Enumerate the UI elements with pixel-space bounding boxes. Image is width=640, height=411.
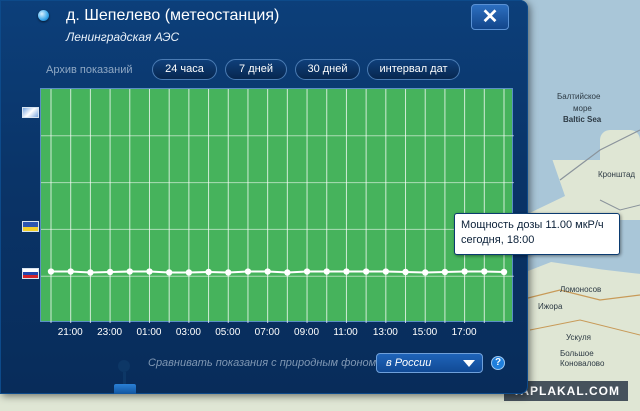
dose-data-point[interactable]	[205, 268, 212, 276]
tooltip-dose: Мощность дозы 11.00 мкР/ч	[461, 219, 604, 231]
dose-data-point[interactable]	[244, 268, 252, 275]
dose-data-point[interactable]	[481, 268, 488, 275]
map-label: море	[573, 104, 592, 113]
x-tick-label: 09:00	[294, 327, 320, 338]
dose-data-point[interactable]	[402, 268, 409, 276]
dose-data-point[interactable]	[461, 268, 468, 275]
map-label: Большое	[560, 349, 594, 358]
archive-label: Архив показаний	[46, 64, 133, 76]
map-label: Кронштад	[598, 170, 636, 179]
dose-data-point[interactable]	[106, 268, 114, 276]
close-button[interactable]: ✕	[471, 4, 509, 30]
dose-series-line	[51, 270, 505, 274]
range-interval-button[interactable]: интервал дат	[367, 59, 460, 80]
tooltip-time: сегодня, 18:00	[461, 234, 535, 246]
x-tick-label: 01:00	[136, 327, 162, 338]
x-tick-label: 11:00	[333, 327, 358, 338]
x-tick-label: 03:00	[175, 327, 201, 338]
x-tick-label: 13:00	[372, 327, 398, 338]
map-label: Ижора	[538, 302, 563, 311]
chevron-down-icon	[463, 360, 475, 367]
map-label: Балтийское	[557, 92, 601, 101]
dose-data-point[interactable]	[264, 268, 271, 275]
dose-data-point[interactable]	[225, 269, 232, 276]
region-select[interactable]: в России	[376, 353, 483, 373]
range-30d-button[interactable]: 30 дней	[295, 59, 360, 80]
region-select-value: в России	[386, 357, 432, 369]
x-tick-label: 17:00	[451, 327, 477, 338]
flag-icon-russia[interactable]	[22, 268, 39, 279]
range-7d-button[interactable]: 7 дней	[225, 59, 287, 80]
dose-data-point[interactable]	[441, 268, 449, 276]
dose-chart-svg	[41, 89, 514, 323]
dose-data-point[interactable]	[323, 268, 330, 275]
dose-data-point[interactable]	[284, 269, 291, 276]
dose-data-point[interactable]	[382, 268, 390, 275]
dose-data-point[interactable]	[126, 268, 133, 275]
map-label: Ускуля	[566, 333, 591, 342]
chart-tooltip: Мощность дозы 11.00 мкР/ч сегодня, 18:00	[454, 213, 620, 255]
compare-label: Сравнивать показания с природным фоном	[148, 357, 377, 369]
dose-data-point[interactable]	[146, 268, 153, 275]
x-tick-label: 15:00	[412, 327, 438, 338]
dose-data-point[interactable]	[185, 269, 193, 276]
station-subtitle: Ленинградская АЭС	[66, 30, 180, 44]
dose-data-point[interactable]	[500, 268, 508, 276]
x-tick-label: 05:00	[215, 327, 241, 338]
station-marker-icon[interactable]	[112, 360, 136, 394]
dose-chart[interactable]	[40, 88, 514, 323]
range-24h-button[interactable]: 24 часа	[152, 59, 217, 80]
station-panel: д. Шепелево (метеостанция) Ленинградская…	[0, 0, 528, 394]
map-label: Baltic Sea	[563, 115, 602, 124]
help-button[interactable]: ?	[491, 356, 505, 370]
dose-data-point[interactable]	[87, 269, 94, 276]
dose-data-point[interactable]	[165, 269, 173, 276]
map-label: Коновалово	[560, 359, 605, 368]
station-title: д. Шепелево (метеостанция)	[66, 7, 280, 24]
x-tick-label: 21:00	[57, 327, 83, 338]
x-tick-label: 23:00	[97, 327, 123, 338]
dose-data-point[interactable]	[362, 268, 370, 275]
flag-icon-middle[interactable]	[22, 221, 39, 232]
dose-data-point[interactable]	[303, 268, 311, 275]
dose-data-point[interactable]	[343, 268, 350, 275]
x-tick-label: 07:00	[254, 327, 280, 338]
dose-data-point[interactable]	[422, 269, 429, 276]
dose-data-point[interactable]	[67, 268, 74, 275]
map-label: Ломоносов	[560, 285, 602, 294]
flag-icon-top[interactable]	[22, 107, 39, 118]
location-pin-icon	[38, 10, 49, 21]
dose-data-point[interactable]	[47, 268, 55, 275]
